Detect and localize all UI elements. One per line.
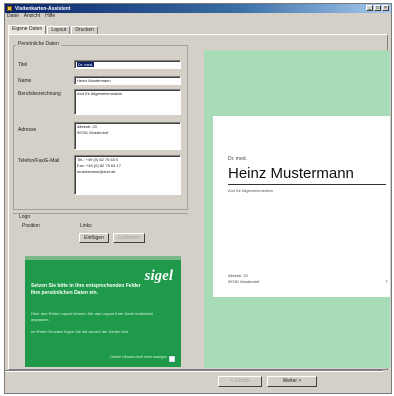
- address-label: Adresse: [18, 127, 37, 133]
- profession-label: Berufsbezeichnung: [18, 91, 61, 97]
- next-button[interactable]: Weiter >: [267, 376, 317, 387]
- card-address: Alleestr. 20 99781 Musterdorf: [228, 273, 260, 284]
- position-label: Position: [22, 223, 40, 229]
- hint-headline: Setzen Sie bitte in Ihre entsprechenden …: [31, 283, 141, 296]
- close-icon[interactable]: ×: [382, 5, 389, 11]
- tab-strip: Eigene Daten Layout Drucken: [8, 25, 99, 34]
- tab-layout[interactable]: Layout: [47, 26, 71, 34]
- hint-panel: sigel Setzen Sie bitte in Ihre entsprech…: [25, 256, 181, 367]
- profession-field[interactable]: Arzt für Allgemeinmedizin: [74, 89, 181, 115]
- card-title: Dr. med.: [228, 156, 247, 162]
- minimize-icon[interactable]: _: [366, 5, 373, 11]
- title-value: Dr. med.: [77, 62, 95, 67]
- app-icon: [7, 6, 12, 11]
- footer-divider: [5, 370, 383, 371]
- card-contact-truncated: T: [385, 279, 388, 284]
- hint-body-print: Im Reiter Drucken legen Sie die Anzahl d…: [31, 329, 130, 334]
- menu-bar: Datei Ansicht Hilfe: [4, 12, 392, 20]
- maximize-icon[interactable]: □: [374, 5, 381, 11]
- contact-field[interactable]: Tel.: +49 (0) 82 75 63 0 Fax: +49 (0) 82…: [74, 155, 181, 195]
- hide-hint-label: Diesen Hinweis nicht mehr anzeigen: [110, 355, 167, 359]
- logo-caption: Logo: [18, 214, 32, 220]
- contact-label: Telefon/Fax/E-Mail: [18, 158, 60, 164]
- card-divider: [228, 184, 386, 185]
- tab-own-data[interactable]: Eigene Daten: [8, 25, 47, 34]
- back-button[interactable]: < Zurück: [218, 376, 262, 387]
- card-profession: Arzt für Allgemeinmedizin: [228, 188, 274, 193]
- hide-hint-checkbox[interactable]: [169, 356, 175, 362]
- menu-file[interactable]: Datei: [7, 13, 19, 19]
- title-field[interactable]: Dr. med.: [74, 60, 181, 69]
- add-logo-button[interactable]: Einfügen: [79, 233, 109, 243]
- personal-data-caption: Persönliche Daten: [16, 41, 61, 47]
- hint-body-layout: Über den Reiter Layout können Sie das La…: [31, 311, 153, 322]
- menu-help[interactable]: Hilfe: [45, 13, 55, 19]
- card-name: Heinz Mustermann: [228, 165, 354, 182]
- hint-body: Über den Reiter Layout können Sie das La…: [31, 311, 171, 335]
- business-card-preview: Dr. med. Heinz Mustermann Arzt für Allge…: [213, 116, 390, 297]
- title-label: Titel: [18, 62, 28, 68]
- window-title: Visitenkarten-Assistent: [15, 5, 71, 12]
- name-label: Name: [18, 78, 32, 84]
- menu-view[interactable]: Ansicht: [24, 13, 40, 19]
- window-controls: _ □ ×: [366, 5, 389, 11]
- hint-panel-bar: [25, 256, 181, 260]
- tab-print[interactable]: Drucken: [71, 26, 98, 34]
- address-field[interactable]: Alleestr. 20 99781 Musterdorf: [74, 122, 181, 150]
- remove-logo-button[interactable]: Entfernen: [113, 233, 145, 243]
- name-field[interactable]: Heinz Mustermann: [74, 76, 181, 85]
- position-value[interactable]: Links: [80, 223, 92, 229]
